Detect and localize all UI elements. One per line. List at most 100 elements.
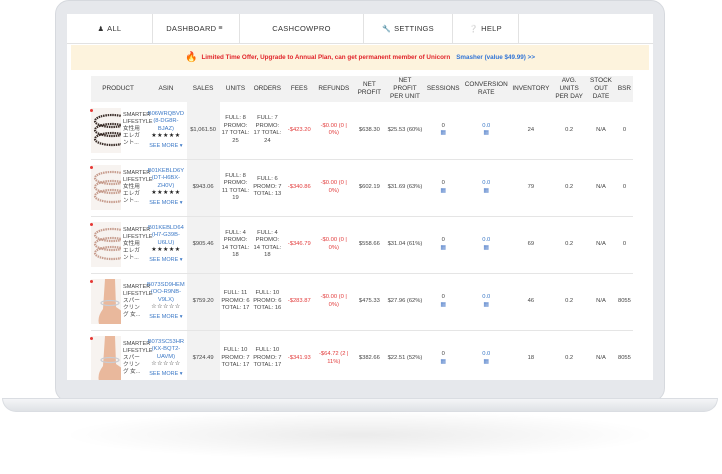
product-thumbnail[interactable] [90,222,133,267]
col-orders[interactable]: ORDERS [251,76,284,102]
product-thumbnail[interactable] [90,279,133,324]
refunds-cell: -$0.00 (0 | 0%) [315,216,353,274]
npu-cell: $25.53 (60%) [386,102,424,160]
calendar-icon[interactable]: ▦ [464,245,509,253]
product-cell: SMARTER LIFESTYLE 女性用 エレガント... [90,216,153,274]
nav-cashcowpro[interactable]: CASHCOWPRO [240,14,364,43]
npu-cell: $22.51 (52%) [386,330,424,380]
sessions-value: 0 [441,351,445,357]
col-bsr[interactable]: BSR [615,76,633,102]
sessions-value: 0 [441,294,445,300]
conversion-cell: 0.0 ▦ [462,330,510,380]
see-more-link[interactable]: SEE MORE ▾ [146,143,185,151]
sessions-value: 0 [441,180,445,186]
nav-settings-label: SETTINGS [394,24,434,33]
calendar-icon[interactable]: ▦ [425,130,462,138]
calendar-icon[interactable]: ▦ [425,302,462,310]
product-title: SMARTER LIFESTYLE 女性用 エレガント... [123,169,153,204]
table-row: SMARTER LIFESTYLE スパークリング 女... B073SC53H… [90,330,633,380]
avg-units-cell: 0.2 [552,216,587,274]
col-asin[interactable]: ASIN [145,76,187,102]
see-more-link[interactable]: SEE MORE ▾ [146,314,185,322]
product-image [91,279,133,324]
col-net-profit-per-unit[interactable]: NET PROFIT PER UNIT [386,76,424,102]
product-title: SMARTER LIFESTYLE スパークリング 女... [123,340,153,375]
inventory-cell: 18 [509,330,553,380]
sessions-value: 0 [441,237,445,243]
col-avg-units[interactable]: AVG. UNITS PER DAY [552,76,587,102]
question-icon: ❔ [469,25,479,33]
sessions-cell: 0 ▦ [423,273,463,331]
calendar-icon[interactable]: ▦ [464,359,509,367]
bsr-cell: 0 [615,102,633,160]
product-thumbnail[interactable] [90,107,133,153]
sales-cell: $905.46 [186,216,220,274]
col-units[interactable]: UNITS [219,76,252,102]
wrench-icon: 🔧 [382,25,392,33]
see-more-link[interactable]: SEE MORE ▾ [146,371,185,379]
col-sessions[interactable]: SESSIONS [423,76,463,102]
calendar-icon[interactable]: ▦ [464,130,509,138]
product-image [91,165,133,210]
orders-cell: FULL: 10 PROMO: 6 TOTAL: 16 [251,273,284,331]
table-row: SMARTER LIFESTYLE 女性用 エレガント... B01KEBLD6… [90,159,633,217]
banner-offer-text: Limited Time Offer, Upgrade to Annual Pl… [201,54,451,61]
units-cell: FULL: 11 PROMO: 6 TOTAL: 17 [219,273,252,331]
col-sales[interactable]: SALES [186,76,220,102]
product-title: SMARTER LIFESTYLE 女性用 エレガント... [123,112,153,146]
see-more-link[interactable]: SEE MORE ▾ [146,200,185,208]
promo-banner[interactable]: 🔥 Limited Time Offer, Upgrade to Annual … [71,45,649,70]
table-header-row: PRODUCT ASIN SALES UNITS ORDERS FEES REF… [91,76,633,102]
nav-help[interactable]: ❔ HELP [453,14,519,43]
product-thumbnail[interactable] [90,165,133,210]
nav-settings[interactable]: 🔧 SETTINGS [364,14,453,43]
product-cell: SMARTER LIFESTYLE スパークリング 女... [90,330,153,380]
sales-cell: $943.06 [186,159,220,217]
col-fees[interactable]: FEES [283,76,316,102]
calendar-icon[interactable]: ▦ [425,188,462,196]
sessions-cell: 0 ▦ [423,216,463,274]
products-table: PRODUCT ASIN SALES UNITS ORDERS FEES REF… [90,76,633,380]
sales-cell: $724.49 [186,330,220,380]
nav-dashboard[interactable]: DASHBOARD ≡ [153,14,240,43]
orders-cell: FULL: 6 PROMO: 7 TOTAL: 13 [251,159,284,217]
net-profit-cell: $602.19 [352,159,387,217]
calendar-icon[interactable]: ▦ [464,188,509,196]
col-inventory[interactable]: INVENTORY [509,76,553,102]
bsr-cell: 0 [615,216,633,274]
fees-cell: -$340.86 [283,159,316,217]
col-conversion-rate[interactable]: CONVERSION RATE [462,76,510,102]
col-net-profit[interactable]: NET PROFIT [352,76,387,102]
nav-all-label: ALL [107,24,122,33]
avg-units-cell: 0.2 [552,273,587,331]
see-more-link[interactable]: SEE MORE ▾ [146,257,185,265]
sessions-cell: 0 ▦ [423,102,463,160]
rating-stars: ★★★★★ [151,247,181,254]
asin-cell: B01KEBLD6Y (DT-H6BX-ZH0V) ★★★★★ SEE MORE ▾ [145,159,187,217]
banner-link[interactable]: Smasher (value $49.99) >> [456,54,535,61]
menu-icon: ≡ [218,25,223,32]
rating-stars: ☆☆☆☆☆ [151,361,181,368]
product-thumbnail[interactable] [90,336,133,380]
nav-dashboard-label: DASHBOARD [166,24,217,33]
conversion-cell: 0.0 ▦ [462,102,510,160]
inventory-cell: 79 [509,159,553,217]
col-stock-out[interactable]: STOCK OUT DATE [586,76,616,102]
col-product[interactable]: PRODUCT [91,76,146,102]
avg-units-cell: 0.2 [552,102,587,160]
stock-out-cell: N/A [586,159,616,217]
nav-help-label: HELP [481,24,502,33]
calendar-icon[interactable]: ▦ [425,245,462,253]
table-row: SMARTER LIFESTYLE 女性用 エレガント... B06WRQBVD… [90,102,633,160]
nav-all[interactable]: ♟ ALL [67,14,153,43]
status-dot [90,166,93,169]
sessions-cell: 0 ▦ [423,159,463,217]
rating-stars: ★★★★★ [151,133,181,139]
calendar-icon[interactable]: ▦ [425,359,462,367]
col-refunds[interactable]: REFUNDS [315,76,353,102]
stock-out-cell: N/A [586,273,616,331]
nav-cashcowpro-label: CASHCOWPRO [272,24,331,33]
units-cell: FULL: 8 PROMO: 11 TOTAL: 19 [219,159,252,217]
calendar-icon[interactable]: ▦ [464,302,509,310]
asin-cell: B073SD9HEM (OO-R9NB-V9LX) ☆☆☆☆☆ SEE MORE ▾ [145,273,187,331]
